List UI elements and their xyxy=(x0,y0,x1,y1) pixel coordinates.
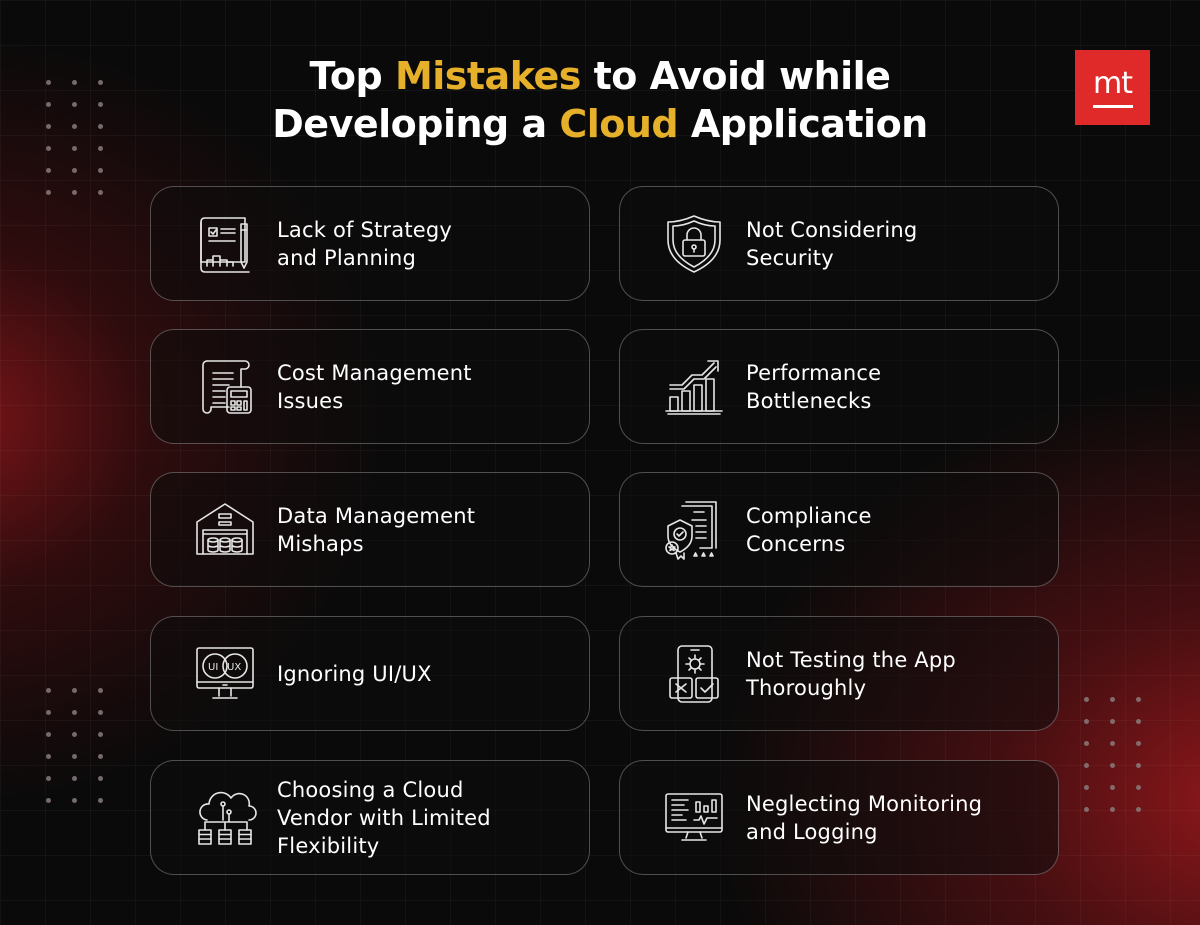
mistake-card-security: Not Considering Security xyxy=(619,186,1059,301)
decorative-dot xyxy=(1084,697,1089,702)
card-label: Not Testing the App Thoroughly xyxy=(746,647,956,700)
monitoring-screen-icon xyxy=(662,786,726,850)
mistake-card-ui-ux: UI UX Ignoring UI/UX xyxy=(150,616,590,731)
growth-chart-icon xyxy=(662,355,726,419)
card-label: Not Considering Security xyxy=(746,217,918,270)
decorative-dot xyxy=(1110,719,1115,724)
page-title: Top Mistakes to Avoid while Developing a… xyxy=(0,52,1200,148)
decorative-dot xyxy=(46,732,51,737)
decorative-dot xyxy=(1110,763,1115,768)
decorative-dot xyxy=(98,688,103,693)
certificate-badge-icon xyxy=(662,498,726,562)
decorative-dot xyxy=(72,168,77,173)
decorative-dot xyxy=(1136,719,1141,724)
decorative-dot xyxy=(46,776,51,781)
mistake-card-cost: Cost Management Issues xyxy=(150,329,590,444)
decorative-dot xyxy=(72,798,77,803)
card-label: Lack of Strategy and Planning xyxy=(277,217,453,270)
decorative-dot xyxy=(72,776,77,781)
decorative-dot xyxy=(1110,785,1115,790)
decorative-dot xyxy=(1136,807,1141,812)
decorative-dot xyxy=(98,732,103,737)
mistake-card-compliance: Compliance Concerns xyxy=(619,472,1059,587)
decorative-dot xyxy=(46,688,51,693)
ux-icon-text: UX xyxy=(227,662,241,673)
decorative-dot xyxy=(1110,697,1115,702)
decorative-dot xyxy=(1136,785,1141,790)
decorative-dot xyxy=(98,168,103,173)
card-label: Neglecting Monitoring and Logging xyxy=(746,791,983,844)
decorative-dot xyxy=(98,754,103,759)
mistake-card-performance: Performance Bottlenecks xyxy=(619,329,1059,444)
card-label: Ignoring UI/UX xyxy=(277,661,432,686)
mistake-card-data: Data Management Mishaps xyxy=(150,472,590,587)
decorative-dot xyxy=(1084,807,1089,812)
invoice-calculator-icon xyxy=(193,355,257,419)
decorative-dot xyxy=(46,798,51,803)
title-highlight-mistakes: Mistakes xyxy=(394,54,581,98)
decorative-dot xyxy=(1084,741,1089,746)
mistake-card-monitoring: Neglecting Monitoring and Logging xyxy=(619,760,1059,875)
decorative-dots-bottom-right xyxy=(1084,697,1141,812)
decorative-dot xyxy=(1136,697,1141,702)
card-label: Compliance Concerns xyxy=(746,503,872,556)
mobile-testing-icon xyxy=(662,642,726,706)
decorative-dot xyxy=(1084,763,1089,768)
title-line-1: Top Mistakes to Avoid while xyxy=(309,54,891,98)
mistake-card-strategy: Lack of Strategy and Planning xyxy=(150,186,590,301)
decorative-dot xyxy=(72,732,77,737)
mistake-card-cloud-vendor: Choosing a Cloud Vendor with Limited Fle… xyxy=(150,760,590,875)
title-highlight-cloud: Cloud xyxy=(559,102,679,146)
shield-lock-icon xyxy=(662,212,726,276)
decorative-dots-bottom-left xyxy=(46,688,103,803)
decorative-dot xyxy=(46,710,51,715)
logo-underline xyxy=(1092,105,1133,108)
brand-logo: mt xyxy=(1075,50,1150,125)
card-label: Choosing a Cloud Vendor with Limited Fle… xyxy=(277,777,491,858)
card-label: Data Management Mishaps xyxy=(277,503,476,556)
decorative-dot xyxy=(98,190,103,195)
infographic-background: Top Mistakes to Avoid while Developing a… xyxy=(0,0,1200,925)
decorative-dot xyxy=(1110,741,1115,746)
decorative-dot xyxy=(72,688,77,693)
decorative-dot xyxy=(98,710,103,715)
decorative-dot xyxy=(46,168,51,173)
decorative-dot xyxy=(1084,785,1089,790)
decorative-dot xyxy=(1084,719,1089,724)
decorative-dot xyxy=(72,710,77,715)
decorative-dot xyxy=(98,776,103,781)
decorative-dot xyxy=(72,754,77,759)
decorative-dot xyxy=(72,190,77,195)
ui-icon-text: UI xyxy=(208,662,218,673)
decorative-dot xyxy=(1136,763,1141,768)
logo-text: mt xyxy=(1093,66,1133,101)
data-warehouse-icon xyxy=(193,498,257,562)
blueprint-icon xyxy=(193,212,257,276)
decorative-dot xyxy=(98,798,103,803)
card-label: Cost Management Issues xyxy=(277,360,472,413)
title-line-2: Developing a Cloud Application xyxy=(272,102,928,146)
decorative-dot xyxy=(46,754,51,759)
decorative-dot xyxy=(46,190,51,195)
card-label: Performance Bottlenecks xyxy=(746,360,882,413)
ui-ux-monitor-icon: UI UX xyxy=(193,642,257,706)
mistake-card-testing: Not Testing the App Thoroughly xyxy=(619,616,1059,731)
decorative-dot xyxy=(1136,741,1141,746)
decorative-dot xyxy=(1110,807,1115,812)
cloud-network-icon xyxy=(193,786,257,850)
